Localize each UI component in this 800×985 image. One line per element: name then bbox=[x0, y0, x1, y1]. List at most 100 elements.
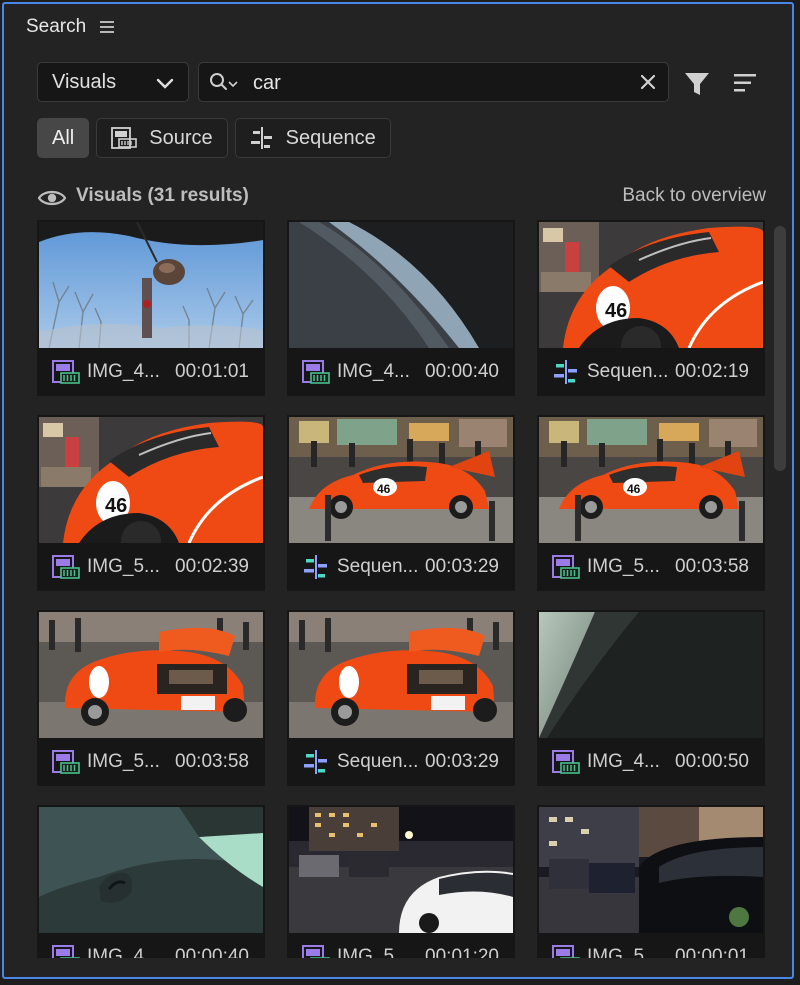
result-duration: 00:02:19 bbox=[675, 361, 749, 382]
result-meta: IMG_5... 00:02:39 bbox=[37, 543, 265, 591]
result-card[interactable]: Sequen... 00:03:29 bbox=[287, 610, 515, 786]
panel-header: Search bbox=[26, 16, 115, 38]
result-name: IMG_5... bbox=[587, 556, 660, 577]
result-thumbnail: 46 bbox=[289, 417, 513, 543]
result-meta: IMG_4... 00:00:40 bbox=[37, 933, 265, 958]
clear-icon[interactable] bbox=[638, 72, 658, 92]
result-duration: 00:00:40 bbox=[425, 361, 499, 382]
source-clip-icon bbox=[552, 555, 580, 579]
result-duration: 00:00:40 bbox=[175, 946, 249, 958]
result-thumbnail bbox=[289, 807, 513, 933]
result-thumbnail: 46 bbox=[39, 417, 263, 543]
source-clip-icon bbox=[552, 945, 580, 958]
result-name: IMG_5... bbox=[87, 556, 160, 577]
result-duration: 00:03:58 bbox=[175, 751, 249, 772]
eye-icon[interactable] bbox=[38, 188, 66, 208]
search-box bbox=[198, 62, 669, 102]
panel-title: Search bbox=[26, 16, 87, 37]
result-thumbnail bbox=[289, 612, 513, 738]
result-name: Sequen... bbox=[587, 361, 669, 382]
sequence-icon bbox=[250, 127, 272, 149]
result-name: IMG_4... bbox=[587, 751, 660, 772]
source-clip-icon bbox=[52, 555, 80, 579]
result-name: IMG_4... bbox=[337, 361, 410, 382]
result-meta: IMG_4... 00:01:01 bbox=[37, 348, 265, 396]
chip-sequence[interactable]: Sequence bbox=[234, 118, 391, 158]
chevron-down-icon bbox=[156, 78, 174, 89]
result-filter-chips: All Source Sequence bbox=[37, 118, 391, 158]
scrollbar-thumb[interactable] bbox=[774, 226, 786, 471]
search-toolbar: Visuals bbox=[37, 62, 767, 104]
result-meta: IMG_5... 00:00:01 bbox=[537, 933, 765, 958]
result-card[interactable]: 46 IMG_5... 00:02:39 bbox=[37, 415, 265, 591]
result-card[interactable]: 46 IMG_5... 00:03:58 bbox=[537, 415, 765, 591]
svg-text:46: 46 bbox=[105, 495, 127, 517]
result-name: Sequen... bbox=[337, 556, 419, 577]
result-meta: IMG_4... 00:00:40 bbox=[287, 348, 515, 396]
chip-source[interactable]: Source bbox=[96, 118, 228, 158]
results-grid: IMG_4... 00:01:01 IMG_4... 00:00:40 46 Seq… bbox=[37, 218, 765, 958]
result-name: Sequen... bbox=[337, 751, 419, 772]
result-meta: Sequen... 00:03:29 bbox=[287, 543, 515, 591]
result-thumbnail bbox=[289, 222, 513, 348]
chip-all-label: All bbox=[52, 126, 75, 149]
result-card[interactable]: IMG_5... 00:00:01 bbox=[537, 805, 765, 958]
result-card[interactable]: IMG_4... 00:00:40 bbox=[287, 220, 515, 396]
result-thumbnail: 46 bbox=[539, 222, 763, 348]
search-input[interactable] bbox=[251, 67, 625, 99]
result-meta: IMG_5... 00:03:58 bbox=[537, 543, 765, 591]
result-name: IMG_4... bbox=[87, 946, 160, 958]
chip-sequence-label: Sequence bbox=[285, 126, 376, 149]
result-card[interactable]: IMG_5... 00:01:20 bbox=[287, 805, 515, 958]
chip-source-label: Source bbox=[149, 126, 213, 149]
source-clip-icon bbox=[552, 750, 580, 774]
result-duration: 00:00:01 bbox=[675, 946, 749, 958]
source-clip-icon bbox=[52, 360, 80, 384]
result-card[interactable]: IMG_4... 00:00:40 bbox=[37, 805, 265, 958]
source-clip-icon bbox=[52, 750, 80, 774]
source-clip-icon bbox=[302, 945, 330, 958]
dropdown-value: Visuals bbox=[52, 70, 117, 93]
result-thumbnail bbox=[539, 612, 763, 738]
result-thumbnail bbox=[39, 222, 263, 348]
source-clip-icon bbox=[52, 945, 80, 958]
panel-menu-icon[interactable] bbox=[100, 21, 115, 33]
result-card[interactable]: IMG_4... 00:00:50 bbox=[537, 610, 765, 786]
result-thumbnail bbox=[39, 612, 263, 738]
result-duration: 00:03:29 bbox=[425, 751, 499, 772]
filter-icon[interactable] bbox=[683, 70, 711, 98]
result-duration: 00:00:50 bbox=[675, 751, 749, 772]
sort-icon[interactable] bbox=[734, 72, 758, 94]
search-icon[interactable] bbox=[209, 72, 239, 94]
result-meta: IMG_5... 00:01:20 bbox=[287, 933, 515, 958]
svg-text:46: 46 bbox=[605, 300, 627, 322]
result-meta: Sequen... 00:03:29 bbox=[287, 738, 515, 786]
result-name: IMG_4... bbox=[87, 361, 160, 382]
search-panel: Search Visuals All bbox=[2, 2, 794, 979]
result-duration: 00:01:01 bbox=[175, 361, 249, 382]
result-thumbnail bbox=[39, 807, 263, 933]
result-duration: 00:01:20 bbox=[425, 946, 499, 958]
chip-all[interactable]: All bbox=[37, 118, 90, 158]
result-duration: 00:02:39 bbox=[175, 556, 249, 577]
back-to-overview-link[interactable]: Back to overview bbox=[622, 185, 766, 207]
result-card[interactable]: 46 Sequen... 00:02:19 bbox=[537, 220, 765, 396]
svg-text:46: 46 bbox=[627, 482, 641, 496]
result-card[interactable]: IMG_5... 00:03:58 bbox=[37, 610, 265, 786]
source-clip-icon bbox=[111, 127, 138, 149]
result-card[interactable]: 46 Sequen... 00:03:29 bbox=[287, 415, 515, 591]
result-name: IMG_5... bbox=[587, 946, 660, 958]
result-name: IMG_5... bbox=[87, 751, 160, 772]
source-clip-icon bbox=[302, 360, 330, 384]
result-duration: 00:03:58 bbox=[675, 556, 749, 577]
result-name: IMG_5... bbox=[337, 946, 410, 958]
result-thumbnail bbox=[539, 807, 763, 933]
result-duration: 00:03:29 bbox=[425, 556, 499, 577]
sequence-icon bbox=[552, 360, 580, 384]
result-card[interactable]: IMG_4... 00:01:01 bbox=[37, 220, 265, 396]
results-header: Visuals (31 results) Back to overview bbox=[38, 184, 766, 212]
media-type-dropdown[interactable]: Visuals bbox=[37, 62, 189, 102]
result-thumbnail: 46 bbox=[539, 417, 763, 543]
sequence-icon bbox=[302, 555, 330, 579]
svg-text:46: 46 bbox=[377, 482, 391, 496]
